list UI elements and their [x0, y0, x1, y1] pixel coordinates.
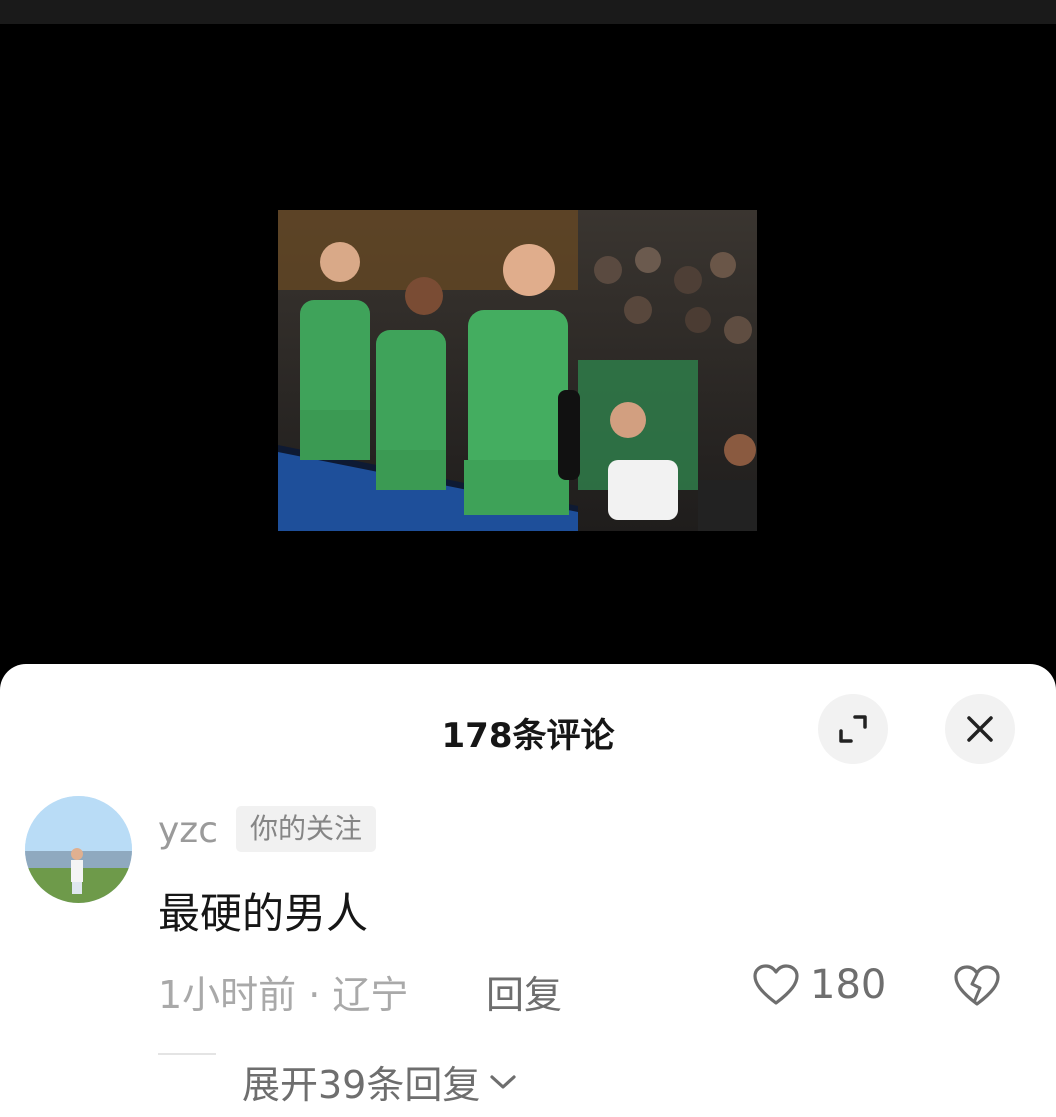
comment-username[interactable]: yzc — [158, 810, 218, 851]
avatar[interactable] — [25, 796, 132, 903]
avatar-image — [25, 796, 132, 903]
expand-icon — [839, 715, 867, 743]
dislike-button[interactable] — [953, 964, 1001, 1012]
chevron-down-icon — [490, 1074, 516, 1089]
divider-line — [158, 1053, 216, 1055]
broken-heart-icon — [954, 965, 1000, 1006]
like-button[interactable]: 180 — [752, 962, 886, 1008]
comment-time-location: 1小时前 · 辽宁 — [158, 973, 409, 1017]
reply-button[interactable]: 回复 — [486, 964, 562, 1019]
media-viewer[interactable] — [0, 24, 1056, 674]
expand-button[interactable] — [818, 694, 888, 764]
basketball-players-image — [278, 210, 757, 531]
close-icon — [967, 716, 993, 742]
expand-replies-button[interactable]: 展开39条回复 — [242, 1054, 518, 1109]
comments-sheet: 178条评论 yzc 你的关注 最硬的男人 1小时前 · 辽宁 回复 180 展… — [0, 664, 1056, 1117]
expand-replies-label: 展开39条回复 — [242, 1063, 481, 1107]
close-button[interactable] — [945, 694, 1015, 764]
heart-outline-icon — [753, 964, 799, 1005]
status-bar — [0, 0, 1056, 24]
following-badge: 你的关注 — [236, 806, 377, 852]
comment-text: 最硬的男人 — [158, 889, 369, 938]
comments-count-title: 178条评论 — [441, 716, 615, 756]
post-photo[interactable] — [278, 210, 757, 531]
like-count: 180 — [810, 962, 887, 1008]
